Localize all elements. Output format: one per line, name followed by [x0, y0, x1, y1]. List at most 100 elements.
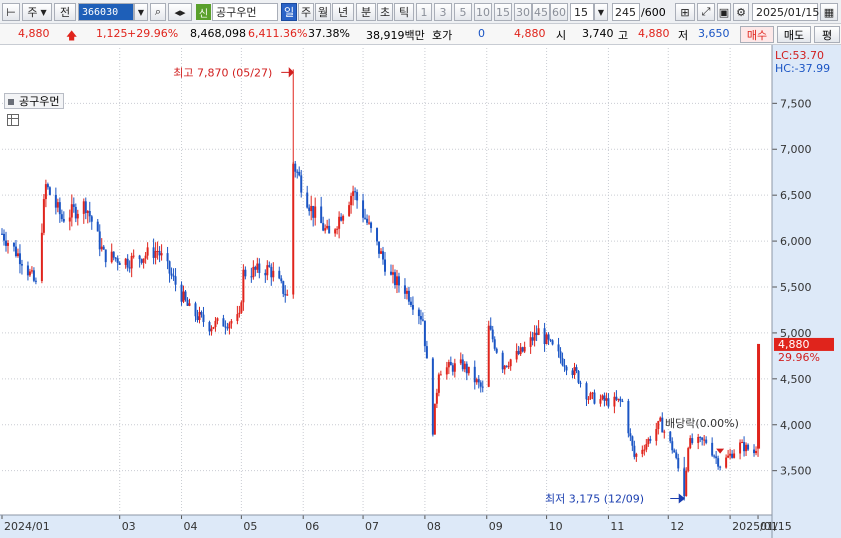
- tab-period-second[interactable]: 초: [377, 3, 393, 21]
- candle-body: [278, 270, 281, 279]
- candle-body: [72, 204, 75, 207]
- candle-body: [451, 365, 454, 372]
- minute-option-15[interactable]: 15: [494, 3, 512, 21]
- stock-code-input[interactable]: 366030: [78, 3, 134, 21]
- series-legend[interactable]: 공구우먼: [4, 93, 65, 109]
- gear-icon[interactable]: ⚙: [733, 3, 749, 21]
- tab-period-month[interactable]: 월: [315, 3, 331, 21]
- candle-body: [334, 229, 337, 234]
- candle-body: [314, 206, 317, 218]
- candle-body: [102, 246, 105, 250]
- candle-body: [168, 261, 171, 274]
- candle-body: [58, 202, 61, 215]
- candle-body: [320, 206, 323, 224]
- candle-body: [423, 320, 426, 347]
- minute-option-60[interactable]: 60: [550, 3, 568, 21]
- candle-body: [268, 265, 271, 267]
- chart-background: [0, 45, 841, 538]
- candle-body: [366, 218, 369, 223]
- eval-button[interactable]: 평: [814, 26, 840, 43]
- candle-body: [152, 247, 155, 258]
- candle-body: [605, 398, 608, 401]
- minute-option-1[interactable]: 1: [416, 3, 432, 21]
- tab-period-week[interactable]: 주: [298, 3, 314, 21]
- period-type-select[interactable]: 주 ▼: [22, 3, 52, 21]
- candle-body: [170, 273, 173, 276]
- buy-button[interactable]: 매수: [740, 26, 774, 43]
- search-icon[interactable]: ⌕: [150, 3, 166, 21]
- candle-body: [68, 217, 71, 222]
- prev-button[interactable]: 전: [54, 3, 76, 21]
- candle-body: [272, 270, 275, 278]
- candle-body: [649, 438, 652, 441]
- tab-period-tick[interactable]: 틱: [394, 3, 414, 21]
- candle-body: [26, 265, 29, 276]
- stock-name-field[interactable]: 공구우먼: [212, 3, 278, 21]
- price-change-pct: +29.96%: [127, 27, 179, 40]
- x-tick-label: 10: [549, 520, 563, 533]
- candle-body: [154, 251, 157, 258]
- candle-body: [563, 365, 566, 367]
- candle-body: [210, 328, 213, 332]
- minute-custom-input[interactable]: 15: [570, 3, 594, 21]
- current-change-label: 29.96%: [778, 351, 820, 364]
- candle-body: [308, 207, 311, 212]
- candle-body: [32, 270, 35, 281]
- candle-body: [202, 314, 205, 323]
- candle-body: [238, 312, 241, 315]
- candle-body: [491, 329, 494, 340]
- y-tick-label: 6,500: [780, 189, 812, 202]
- candle-body: [348, 205, 351, 216]
- count-input[interactable]: 245: [612, 3, 640, 21]
- candle-body: [445, 367, 448, 375]
- layout-icon[interactable]: ⊢: [2, 3, 20, 21]
- candle-body: [368, 222, 371, 224]
- candle-body: [489, 325, 492, 330]
- speaker-icon[interactable]: ◂▸: [168, 3, 192, 21]
- candle-body: [729, 453, 732, 456]
- candle-body: [266, 265, 269, 276]
- date-input[interactable]: 2025/01/15: [752, 3, 819, 21]
- tab-period-day[interactable]: 일: [281, 3, 297, 21]
- low-value: 3,650: [698, 27, 730, 40]
- candle-body: [138, 255, 141, 260]
- save-icon[interactable]: ▣: [717, 3, 731, 21]
- candle-body: [312, 205, 315, 218]
- tab-period-year[interactable]: 년: [332, 3, 354, 21]
- candle-body: [543, 328, 546, 345]
- candle-body: [691, 438, 694, 443]
- low-annotation: 최저 3,175 (12/09): [545, 493, 644, 506]
- candle-body: [535, 332, 538, 336]
- candle-body: [663, 431, 666, 433]
- candle-body: [747, 444, 750, 450]
- candle-body: [230, 320, 233, 324]
- candlestick-chart[interactable]: 3,500 4,000 4,500 5,000 5,500 6,000 6,500 7,000…: [0, 45, 841, 538]
- drawing-tool-icon[interactable]: ⤢: [697, 3, 715, 21]
- candle-body: [222, 318, 225, 327]
- candle-body: [463, 363, 466, 370]
- chart-canvas[interactable]: 3,5004,0004,5005,0005,5006,0006,5007,000…: [0, 45, 841, 538]
- candle-body: [186, 299, 189, 306]
- candle-body: [194, 303, 197, 317]
- minute-option-3[interactable]: 3: [434, 3, 452, 21]
- minute-option-10[interactable]: 10: [474, 3, 492, 21]
- candle-body: [82, 201, 85, 214]
- candle-type-icon[interactable]: ⊞: [675, 3, 695, 21]
- candle-body: [98, 231, 101, 250]
- calendar-icon[interactable]: ▦: [820, 3, 838, 21]
- candle-body: [160, 253, 163, 256]
- tab-period-minute[interactable]: 분: [356, 3, 376, 21]
- candle-body: [250, 276, 253, 278]
- series-color-icon: [8, 99, 14, 105]
- sell-button[interactable]: 매도: [777, 26, 811, 43]
- stock-code-dropdown[interactable]: ▼: [134, 3, 148, 21]
- minute-option-30[interactable]: 30: [514, 3, 532, 21]
- period-type-value: 주: [27, 6, 38, 19]
- crosshair-icon[interactable]: [7, 114, 19, 126]
- minute-option-45[interactable]: 45: [532, 3, 550, 21]
- minute-custom-dropdown[interactable]: ▼: [594, 3, 608, 21]
- candle-body: [60, 214, 63, 219]
- minute-option-5[interactable]: 5: [454, 3, 472, 21]
- candle-body: [529, 337, 532, 347]
- candle-body: [391, 272, 394, 275]
